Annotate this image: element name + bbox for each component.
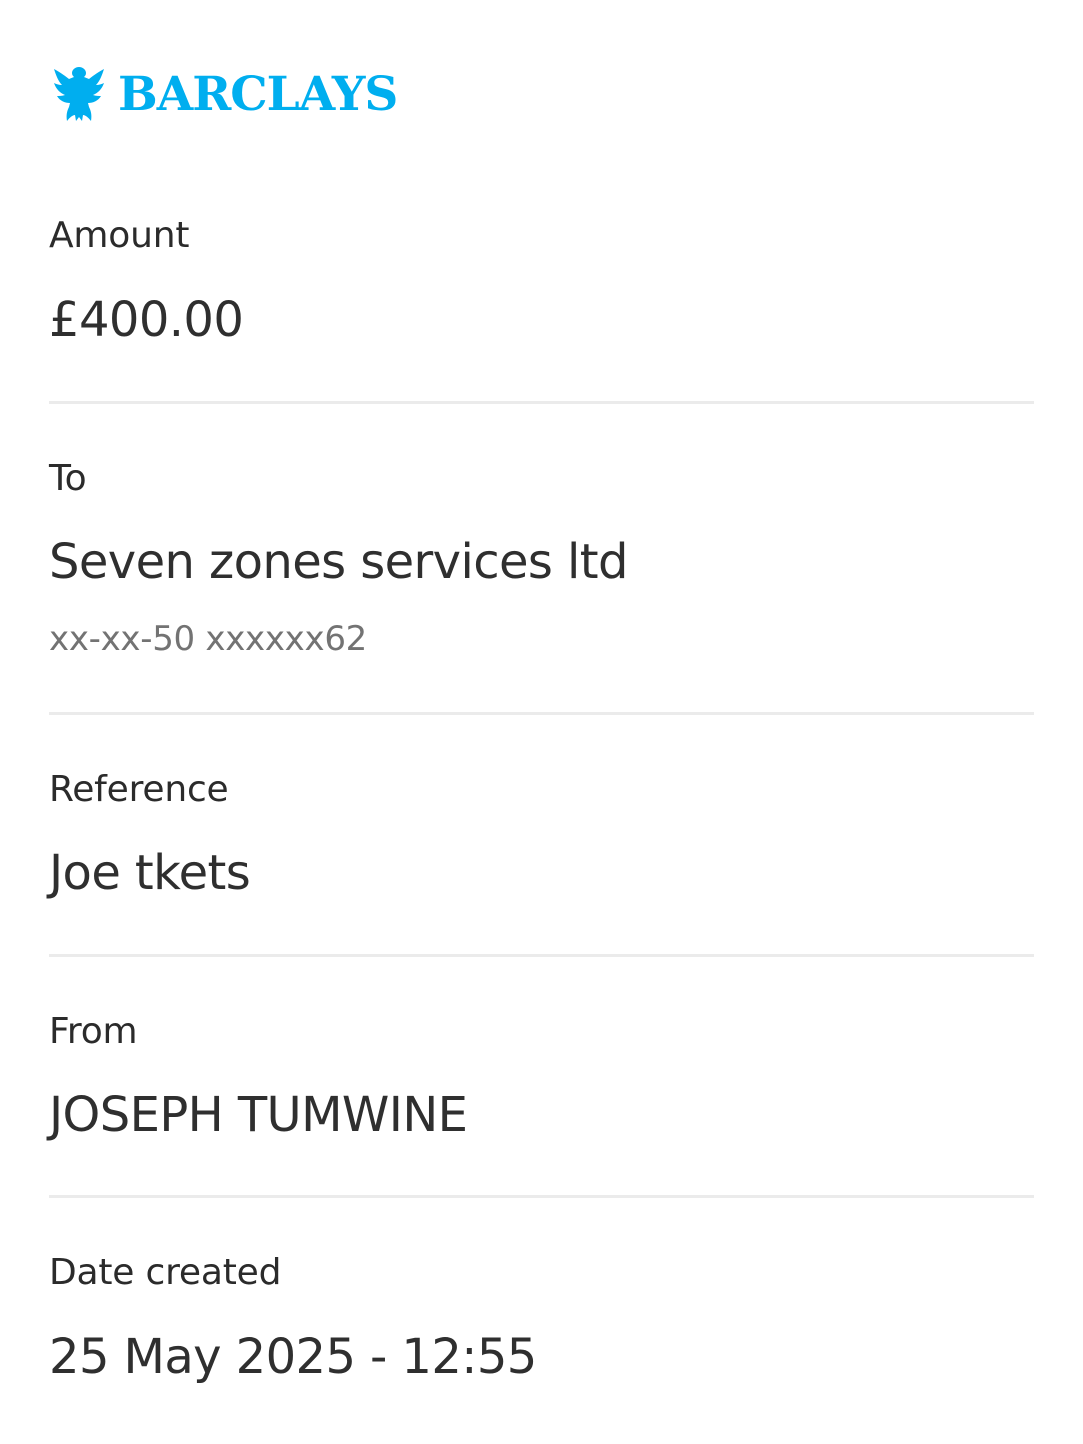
divider: [49, 712, 1034, 715]
divider: [49, 954, 1034, 957]
date-created-label: Date created: [49, 1252, 282, 1293]
amount-value-row: £400.00: [49, 296, 1034, 344]
to-label: To: [49, 458, 87, 499]
date-value-row: 25 May 2025 - 12:55: [49, 1333, 1034, 1381]
reference-section: Reference: [49, 772, 1034, 808]
barclays-logo: BARCLAYS: [52, 62, 398, 126]
reference-value: Joe tkets: [49, 845, 251, 901]
divider: [49, 1195, 1034, 1198]
to-section: To: [49, 461, 1034, 497]
amount-value: £400.00: [49, 292, 244, 348]
to-account-row: xx-xx-50 xxxxxx62: [49, 622, 1034, 656]
reference-label: Reference: [49, 769, 229, 810]
from-section: From: [49, 1014, 1034, 1050]
from-value-row: JOSEPH TUMWINE: [49, 1091, 1034, 1139]
payee-name: Seven zones services ltd: [49, 534, 628, 590]
payee-account-number: xx-xx-50 xxxxxx62: [49, 619, 367, 659]
date-section: Date created: [49, 1255, 1034, 1291]
from-label: From: [49, 1011, 138, 1052]
brand-name: BARCLAYS: [118, 66, 398, 122]
date-created-value: 25 May 2025 - 12:55: [49, 1329, 537, 1385]
payer-name: JOSEPH TUMWINE: [49, 1087, 468, 1143]
divider: [49, 401, 1034, 404]
to-value-row: Seven zones services ltd: [49, 538, 1034, 586]
amount-section: Amount: [49, 218, 1034, 254]
amount-label: Amount: [49, 215, 190, 256]
eagle-icon: [54, 67, 104, 121]
reference-value-row: Joe tkets: [49, 849, 1034, 897]
